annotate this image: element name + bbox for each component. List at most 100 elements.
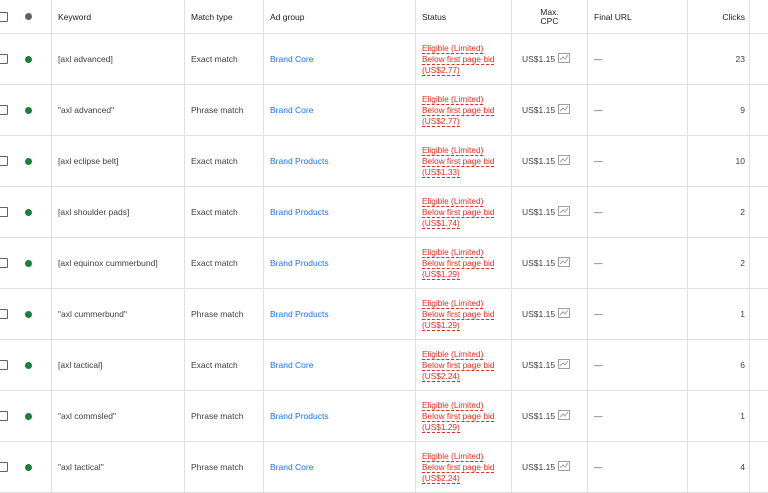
row-checkbox-cell[interactable]: [0, 289, 12, 339]
bid-simulator-icon[interactable]: [558, 410, 571, 422]
max-cpc-cell[interactable]: US$1.15: [511, 391, 587, 441]
bid-simulator-icon[interactable]: [558, 461, 571, 473]
row-checkbox-cell[interactable]: [0, 34, 12, 84]
status-detail-text[interactable]: Below first page bid: [422, 207, 495, 218]
status-bid-text[interactable]: (US$2.77): [422, 116, 460, 127]
ad-group-link[interactable]: Brand Core: [263, 340, 415, 390]
select-all-checkbox-cell[interactable]: [0, 0, 12, 33]
status-text[interactable]: Eligible (Limited): [422, 94, 484, 105]
status-text[interactable]: Eligible (Limited): [422, 43, 484, 54]
row-checkbox[interactable]: [0, 411, 8, 421]
max-cpc-cell[interactable]: US$1.15: [511, 238, 587, 288]
max-cpc-cell[interactable]: US$1.15: [511, 187, 587, 237]
bid-simulator-icon[interactable]: [558, 257, 571, 269]
max-cpc-cell[interactable]: US$1.15: [511, 442, 587, 492]
max-cpc-cell[interactable]: US$1.15: [511, 289, 587, 339]
status-cell[interactable]: Eligible (Limited) Below first page bid (U…: [415, 391, 511, 441]
max-cpc-cell[interactable]: US$1.15: [511, 34, 587, 84]
status-text[interactable]: Eligible (Limited): [422, 451, 484, 462]
status-bid-text[interactable]: (US$1.33): [422, 167, 460, 178]
keyword-text[interactable]: [axl advanced]: [51, 34, 183, 84]
status-bid-text[interactable]: (US$2.24): [422, 473, 460, 484]
header-status[interactable]: Status: [415, 0, 511, 33]
header-match-type[interactable]: Match type: [184, 0, 262, 33]
header-final-url[interactable]: Final URL: [587, 0, 687, 33]
max-cpc-value[interactable]: US$1.15: [522, 105, 555, 115]
status-bid-text[interactable]: (US$1.29): [422, 269, 460, 280]
max-cpc-value[interactable]: US$1.15: [522, 360, 555, 370]
status-text[interactable]: Eligible (Limited): [422, 145, 484, 156]
row-checkbox-cell[interactable]: [0, 187, 12, 237]
status-detail-text[interactable]: Below first page bid: [422, 156, 495, 167]
status-cell[interactable]: Eligible (Limited) Below first page bid (U…: [415, 442, 511, 492]
row-checkbox[interactable]: [0, 207, 8, 217]
status-text[interactable]: Eligible (Limited): [422, 298, 484, 309]
status-detail-text[interactable]: Below first page bid: [422, 360, 495, 371]
row-checkbox-cell[interactable]: [0, 136, 12, 186]
status-text[interactable]: Eligible (Limited): [422, 400, 484, 411]
ad-group-link[interactable]: Brand Core: [263, 85, 415, 135]
max-cpc-value[interactable]: US$1.15: [522, 207, 555, 217]
status-bid-text[interactable]: (US$2.24): [422, 371, 460, 382]
max-cpc-value[interactable]: US$1.15: [522, 54, 555, 64]
status-bid-text[interactable]: (US$1.29): [422, 320, 460, 331]
status-bid-text[interactable]: (US$1.29): [422, 422, 460, 433]
status-detail-text[interactable]: Below first page bid: [422, 105, 495, 116]
row-checkbox[interactable]: [0, 360, 8, 370]
row-checkbox[interactable]: [0, 462, 8, 472]
keyword-text[interactable]: "axl advanced": [51, 85, 183, 135]
status-detail-text[interactable]: Below first page bid: [422, 462, 495, 473]
ad-group-link[interactable]: Brand Products: [263, 391, 415, 441]
status-cell[interactable]: Eligible (Limited) Below first page bid (U…: [415, 85, 511, 135]
row-checkbox-cell[interactable]: [0, 340, 12, 390]
ad-group-link[interactable]: Brand Products: [263, 187, 415, 237]
header-max-cpc[interactable]: Max. CPC: [511, 0, 587, 33]
row-checkbox[interactable]: [0, 309, 8, 319]
keyword-text[interactable]: [axl equinox cummerbund]: [51, 238, 183, 288]
max-cpc-cell[interactable]: US$1.15: [511, 340, 587, 390]
header-clicks[interactable]: Clicks: [687, 0, 749, 33]
max-cpc-value[interactable]: US$1.15: [522, 156, 555, 166]
status-text[interactable]: Eligible (Limited): [422, 196, 484, 207]
row-checkbox-cell[interactable]: [0, 391, 12, 441]
bid-simulator-icon[interactable]: [558, 308, 571, 320]
row-checkbox[interactable]: [0, 156, 8, 166]
bid-simulator-icon[interactable]: [558, 53, 571, 65]
row-checkbox-cell[interactable]: [0, 85, 12, 135]
bid-simulator-icon[interactable]: [558, 155, 571, 167]
keyword-text[interactable]: [axl shoulder pads]: [51, 187, 183, 237]
status-cell[interactable]: Eligible (Limited) Below first page bid (U…: [415, 136, 511, 186]
row-checkbox-cell[interactable]: [0, 238, 12, 288]
select-all-checkbox[interactable]: [0, 11, 8, 22]
row-checkbox-cell[interactable]: [0, 442, 12, 492]
keyword-text[interactable]: "axl cummerbund": [51, 289, 183, 339]
max-cpc-value[interactable]: US$1.15: [522, 258, 555, 268]
status-text[interactable]: Eligible (Limited): [422, 247, 484, 258]
status-cell[interactable]: Eligible (Limited) Below first page bid (U…: [415, 340, 511, 390]
ad-group-link[interactable]: Brand Core: [263, 442, 415, 492]
keyword-text[interactable]: [axl eclipse belt]: [51, 136, 183, 186]
status-cell[interactable]: Eligible (Limited) Below first page bid (U…: [415, 238, 511, 288]
row-checkbox[interactable]: [0, 105, 8, 115]
status-cell[interactable]: Eligible (Limited) Below first page bid (U…: [415, 187, 511, 237]
row-checkbox[interactable]: [0, 258, 8, 268]
status-detail-text[interactable]: Below first page bid: [422, 309, 495, 320]
bid-simulator-icon[interactable]: [558, 206, 571, 218]
status-detail-text[interactable]: Below first page bid: [422, 258, 495, 269]
status-detail-text[interactable]: Below first page bid: [422, 54, 495, 65]
ad-group-link[interactable]: Brand Products: [263, 238, 415, 288]
status-text[interactable]: Eligible (Limited): [422, 349, 484, 360]
max-cpc-value[interactable]: US$1.15: [522, 462, 555, 472]
bid-simulator-icon[interactable]: [558, 104, 571, 116]
status-bid-text[interactable]: (US$2.77): [422, 65, 460, 76]
bid-simulator-icon[interactable]: [558, 359, 571, 371]
status-bid-text[interactable]: (US$1.74): [422, 218, 460, 229]
header-keyword[interactable]: Keyword: [51, 0, 183, 33]
ad-group-link[interactable]: Brand Core: [263, 34, 415, 84]
ad-group-link[interactable]: Brand Products: [263, 136, 415, 186]
row-checkbox[interactable]: [0, 54, 8, 64]
ad-group-link[interactable]: Brand Products: [263, 289, 415, 339]
max-cpc-cell[interactable]: US$1.15: [511, 85, 587, 135]
status-cell[interactable]: Eligible (Limited) Below first page bid (U…: [415, 289, 511, 339]
header-ad-group[interactable]: Ad group: [263, 0, 415, 33]
